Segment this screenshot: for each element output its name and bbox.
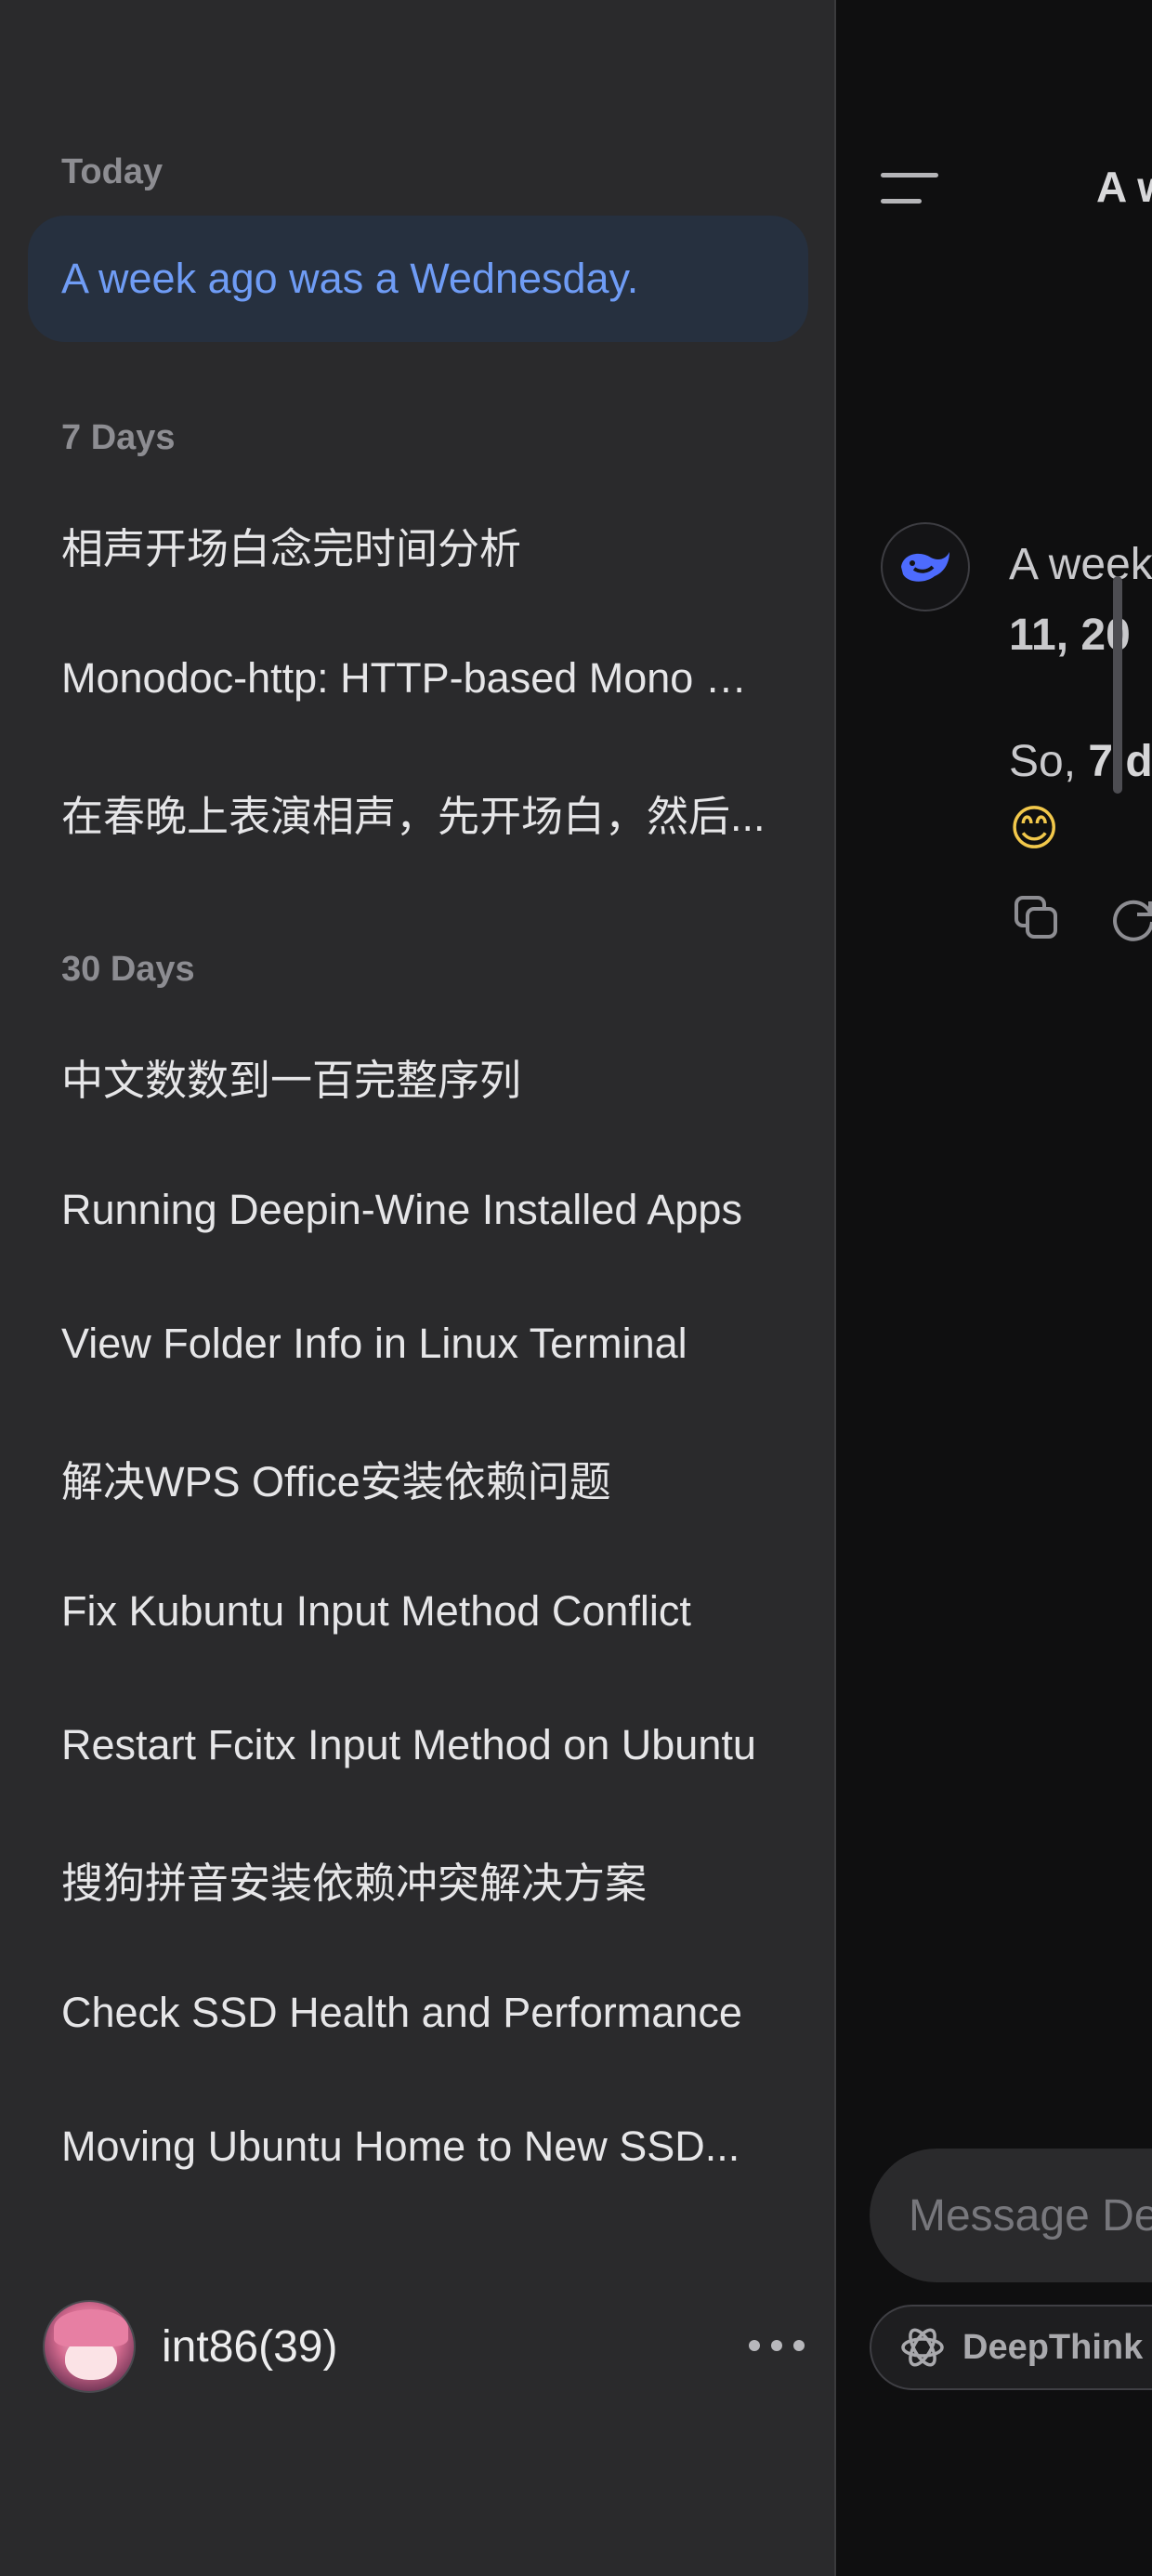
chat-item[interactable]: Running Deepin-Wine Installed Apps (28, 1147, 808, 1273)
message-input[interactable]: Message De (870, 2149, 1152, 2282)
chat-item-label: View Folder Info in Linux Terminal (61, 1320, 687, 1367)
app-root: Today A week ago was a Wednesday. 7 Days… (0, 0, 1152, 2576)
chat-item[interactable]: 在春晚上表演相声，先开场白，然后... (28, 749, 808, 875)
section-label-30-days: 30 Days (61, 950, 195, 989)
avatar-icon[interactable] (43, 2300, 136, 2393)
deepthink-label: DeepThink ( (962, 2327, 1152, 2367)
chat-item[interactable]: 中文数数到一百完整序列 (28, 1013, 808, 1139)
conversation-title: A w (1096, 163, 1152, 211)
user-profile-row[interactable]: int86(39) (43, 2299, 805, 2394)
refresh-icon[interactable] (1107, 892, 1152, 944)
chat-panel: A w A week 11, 20 So, 7 d 😊 (838, 0, 1152, 2576)
chat-item-label: 搜狗拼音安装依赖冲突解决方案 (61, 1859, 648, 1907)
chat-item-label: 解决WPS Office安装依赖问题 (61, 1457, 611, 1505)
chat-item-label: Restart Fcitx Input Method on Ubuntu (61, 1721, 756, 1768)
chat-item[interactable]: Moving Ubuntu Home to New SSD... (28, 2083, 808, 2210)
menu-icon[interactable] (881, 173, 938, 204)
chat-item-label: 在春晚上表演相声，先开场白，然后... (61, 792, 766, 840)
chat-item[interactable]: View Folder Info in Linux Terminal (28, 1281, 808, 1407)
chat-item-label: Monodoc-http: HTTP-based Mono Documentat… (61, 654, 771, 702)
sidebar: Today A week ago was a Wednesday. 7 Days… (0, 0, 836, 2576)
smile-emoji: 😊 (1009, 802, 1060, 856)
deepseek-whale-icon (881, 522, 970, 611)
deepthink-toggle[interactable]: DeepThink ( (870, 2305, 1152, 2390)
chat-item-label: Running Deepin-Wine Installed Apps (61, 1186, 742, 1233)
chat-item-label: 中文数数到一百完整序列 (61, 1056, 522, 1104)
chat-item-label: Check SSD Health and Performance (61, 1989, 742, 2036)
chat-item[interactable]: 相声开场白念完时间分析 (28, 481, 808, 608)
more-horizontal-icon[interactable] (749, 2327, 805, 2364)
username: int86(39) (162, 2321, 338, 2372)
section-label-7-days: 7 Days (61, 418, 176, 457)
section-label-today: Today (61, 152, 164, 191)
chat-item[interactable]: Monodoc-http: HTTP-based Mono Documentat… (28, 615, 808, 742)
chat-item-label: Moving Ubuntu Home to New SSD... (61, 2123, 740, 2170)
atom-icon (901, 2328, 944, 2367)
chat-item-label: 相声开场白念完时间分析 (61, 524, 522, 572)
chat-item[interactable]: 搜狗拼音安装依赖冲突解决方案 (28, 1816, 808, 1942)
chat-item[interactable]: 解决WPS Office安装依赖问题 (28, 1414, 808, 1541)
assistant-message-line: So, 7 d (1009, 736, 1152, 787)
chat-item[interactable]: Restart Fcitx Input Method on Ubuntu (28, 1682, 808, 1808)
message-input-placeholder: Message De (909, 2190, 1152, 2241)
copy-icon[interactable] (1011, 892, 1063, 944)
assistant-message-text: So, (1009, 737, 1089, 786)
chat-item[interactable]: Fix Kubuntu Input Method Conflict (28, 1548, 808, 1675)
scrollbar-thumb[interactable] (1113, 576, 1122, 794)
chat-item-label: A week ago was a Wednesday. (61, 255, 639, 302)
chat-item-label: Fix Kubuntu Input Method Conflict (61, 1587, 691, 1635)
chat-item[interactable]: Check SSD Health and Performance (28, 1950, 808, 2076)
chat-item-active[interactable]: A week ago was a Wednesday. (28, 216, 808, 342)
assistant-message-line: A week (1009, 540, 1152, 589)
